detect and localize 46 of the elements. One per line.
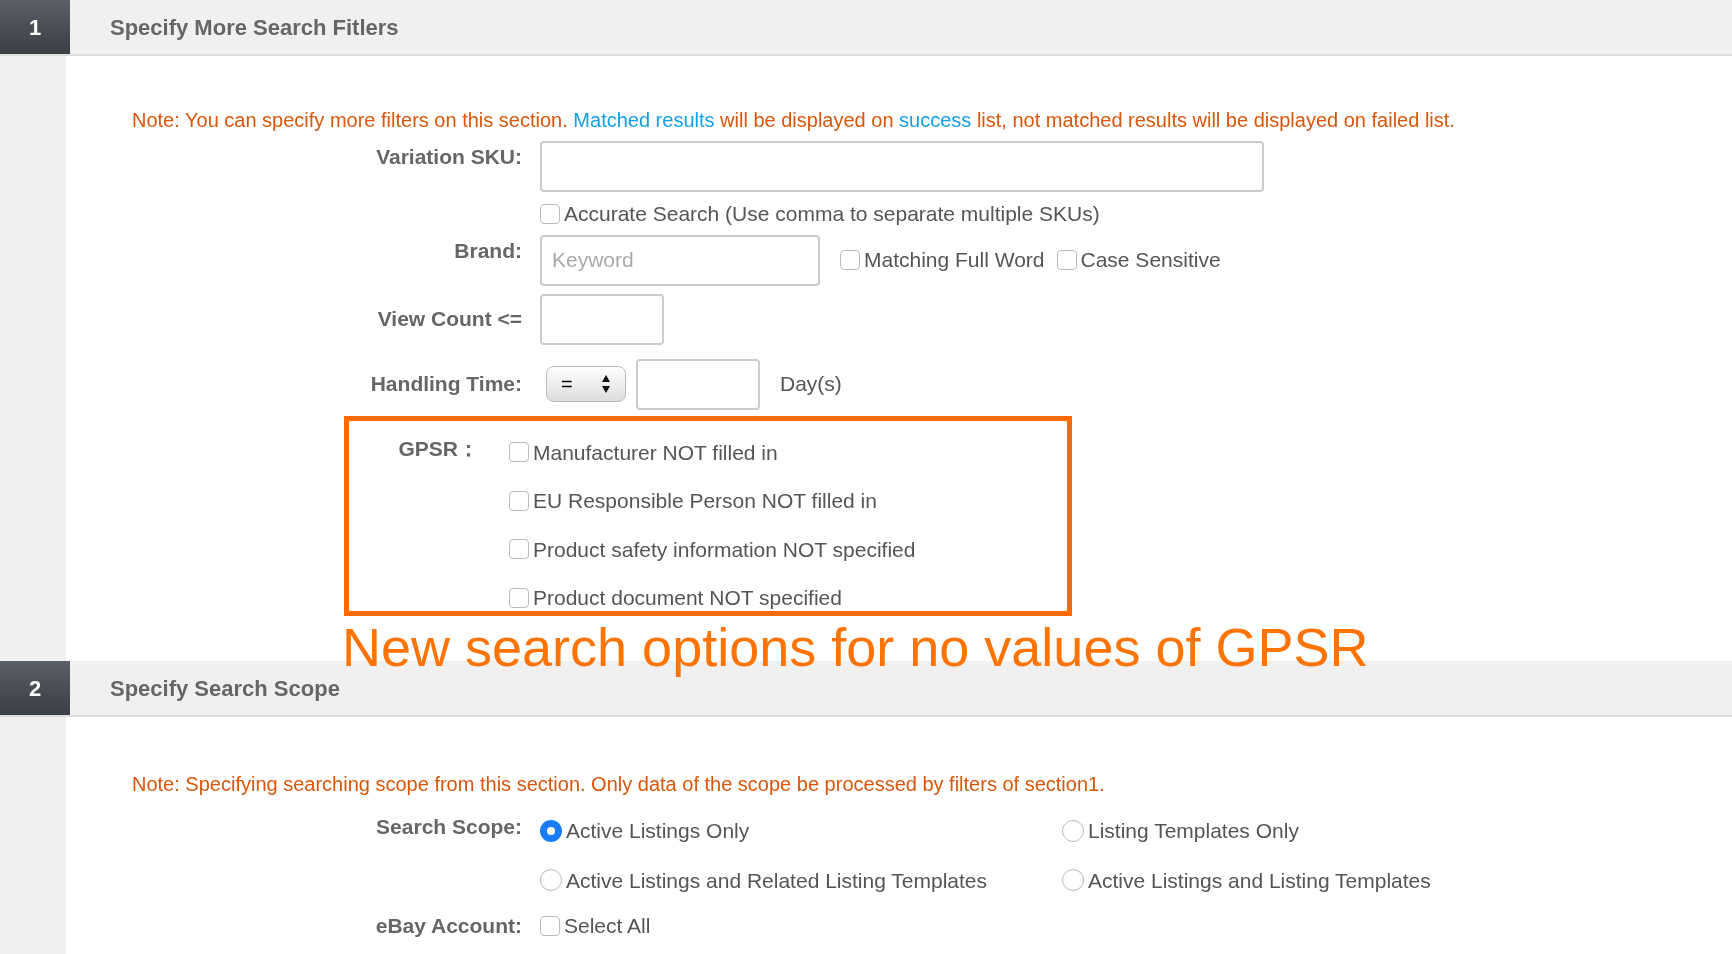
note-text: Note: Specifying searching scope from this section. Only data of the scope be processed by filters of section1. bbox=[132, 772, 1106, 797]
radio-label: Listing Templates Only bbox=[1088, 818, 1299, 844]
field-label: Handling Time: bbox=[369, 371, 523, 398]
checkbox[interactable] bbox=[509, 442, 529, 463]
section-title: Specify More Search Fitlers bbox=[109, 13, 399, 42]
radio-label: Active Listings and Related Listing Templates bbox=[566, 867, 987, 894]
section-title: Specify Search Scope bbox=[109, 674, 340, 703]
checkbox[interactable] bbox=[509, 587, 529, 608]
note-link[interactable]: success bbox=[899, 109, 972, 131]
input-field[interactable] bbox=[636, 358, 760, 410]
field-label: Search Scope: bbox=[375, 814, 523, 840]
section-number: 2 bbox=[0, 661, 70, 715]
section-number: 1 bbox=[0, 0, 70, 54]
field-label: Variation SKU: bbox=[375, 144, 523, 170]
checkbox-label: Matching Full Word bbox=[864, 247, 1045, 274]
checkbox-label: EU Responsible Person NOT filled in bbox=[533, 488, 877, 514]
checkbox[interactable] bbox=[509, 539, 529, 560]
input-field[interactable] bbox=[540, 141, 1264, 192]
field-label: eBay Account: bbox=[374, 913, 523, 939]
radio-label: Active Listings Only bbox=[566, 818, 750, 844]
unit-label: Day(s) bbox=[780, 371, 842, 398]
field-label: GPSR： bbox=[397, 435, 480, 462]
checkbox-label: Accurate Search (Use comma to separate multiple SKUs) bbox=[564, 201, 1100, 227]
radio-button[interactable] bbox=[540, 819, 562, 842]
note-link[interactable]: Matched results bbox=[573, 109, 715, 131]
field-label: Brand: bbox=[453, 237, 523, 264]
checkbox-label: Manufacturer NOT filled in bbox=[533, 439, 778, 466]
checkbox[interactable] bbox=[509, 490, 529, 511]
input-field[interactable] bbox=[540, 293, 664, 345]
checkbox-label: Select All bbox=[564, 913, 651, 939]
radio-button[interactable] bbox=[1062, 869, 1084, 892]
checkbox-label: Product document NOT specified bbox=[533, 585, 842, 611]
radio-button[interactable] bbox=[1062, 819, 1084, 842]
operator-select[interactable]: = bbox=[546, 366, 626, 402]
checkbox[interactable] bbox=[540, 915, 560, 936]
input-field[interactable]: Keyword bbox=[540, 234, 820, 286]
note-text: Note: You can specify more filters on this section. Matched results will be displayed on success list, not matched results will be displayed on failed list. bbox=[132, 108, 1455, 133]
checkbox-label: Product safety information NOT specified bbox=[533, 536, 916, 563]
checkbox-label: Case Sensitive bbox=[1080, 247, 1221, 274]
checkbox[interactable] bbox=[840, 250, 860, 270]
radio-label: Active Listings and Listing Templates bbox=[1088, 867, 1431, 894]
radio-button[interactable] bbox=[540, 869, 562, 892]
checkbox[interactable] bbox=[540, 203, 560, 224]
checkbox[interactable] bbox=[1056, 250, 1077, 270]
field-label: View Count <= bbox=[376, 306, 523, 333]
up-down-arrows-icon bbox=[601, 374, 611, 394]
